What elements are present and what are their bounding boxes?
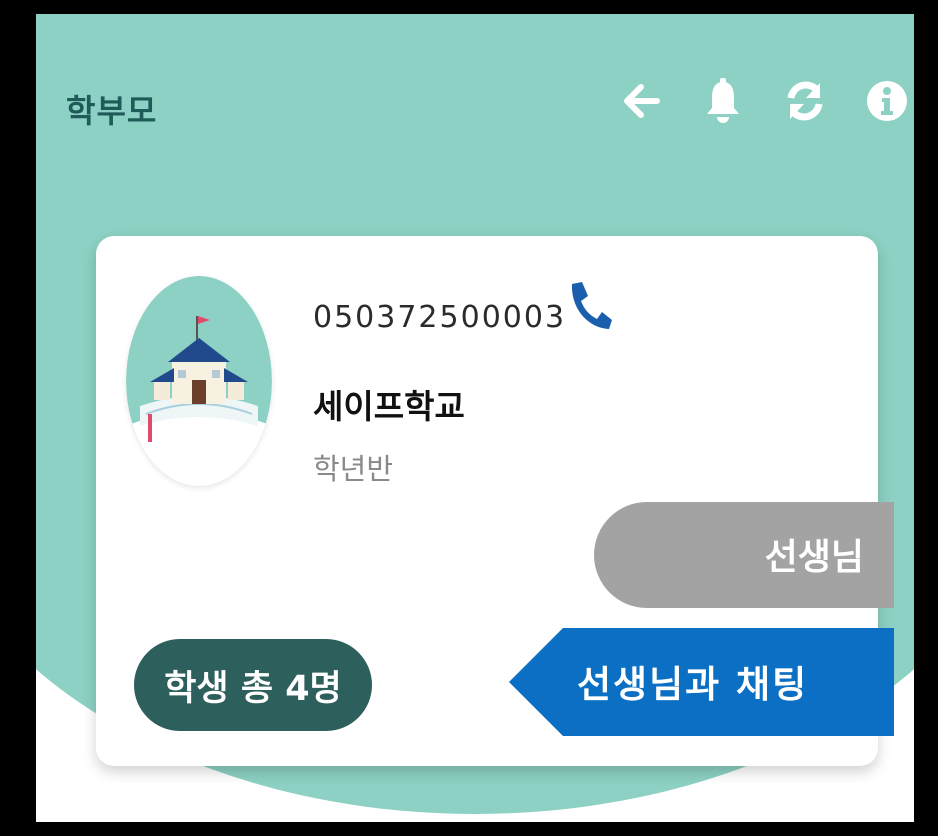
student-count-label: 학생 총 4명 — [164, 668, 342, 709]
teacher-tab-label: 선생님 — [764, 537, 864, 578]
phone-icon[interactable] — [566, 280, 612, 330]
chat-button-label: 선생님과 채팅 — [577, 663, 809, 706]
student-count-badge[interactable]: 학생 총 4명 — [134, 639, 372, 731]
back-arrow-icon[interactable] — [620, 80, 662, 122]
school-phone-number: 050372500003 — [313, 300, 567, 335]
bell-icon[interactable] — [702, 78, 744, 123]
teacher-tab[interactable]: 선생님 — [594, 502, 894, 608]
app-screen: 학부모 050372500003 세이프학교 학년반 선생님 선생님과 채팅 학… — [36, 14, 914, 822]
info-icon[interactable] — [866, 80, 908, 122]
page-title: 학부모 — [66, 92, 158, 130]
school-name: 세이프학교 — [313, 387, 465, 426]
chat-with-teacher-button[interactable]: 선생님과 채팅 — [509, 628, 894, 736]
header-actions — [620, 78, 908, 123]
school-card: 050372500003 세이프학교 학년반 선생님 선생님과 채팅 학생 총 … — [96, 236, 894, 766]
refresh-icon[interactable] — [784, 80, 826, 122]
school-avatar — [126, 276, 272, 486]
grade-class: 학년반 — [313, 452, 394, 486]
